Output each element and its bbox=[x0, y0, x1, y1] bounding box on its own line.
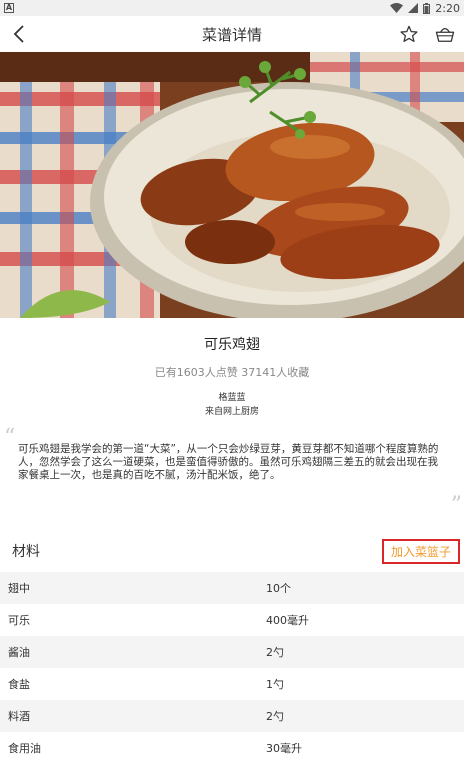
status-bar: A 2:20 bbox=[0, 0, 464, 16]
ingredients-list: 翅中 10个 可乐 400毫升 酱油 2勺 食盐 1勺 料酒 2勺 食用油 30… bbox=[0, 572, 464, 760]
star-icon bbox=[400, 25, 418, 43]
quote-close-icon: ” bbox=[450, 493, 462, 518]
ingredient-row: 料酒 2勺 bbox=[0, 700, 464, 732]
back-button[interactable] bbox=[8, 23, 30, 45]
recipe-description: “ 可乐鸡翅是我学会的第一道“大菜”，从一个只会炒绿豆芽，黄豆芽都不知道哪个程度… bbox=[0, 425, 464, 518]
ingredient-name: 食用油 bbox=[8, 742, 41, 755]
basket-button[interactable] bbox=[434, 23, 456, 45]
ingredient-row: 食盐 1勺 bbox=[0, 668, 464, 700]
ingredient-qty: 2勺 bbox=[266, 710, 284, 723]
ingredient-name: 料酒 bbox=[8, 710, 30, 723]
ingredient-qty: 400毫升 bbox=[266, 614, 309, 627]
description-text: 可乐鸡翅是我学会的第一道“大菜”，从一个只会炒绿豆芽，黄豆芽都不知道哪个程度算熟… bbox=[18, 443, 439, 481]
ingredient-qty: 2勺 bbox=[266, 646, 284, 659]
ingredient-name: 可乐 bbox=[8, 614, 30, 627]
recipe-header: 可乐鸡翅 已有1603人点赞 37141人收藏 格蓝蓝 来自网上厨房 bbox=[0, 318, 464, 417]
ingredient-row: 可乐 400毫升 bbox=[0, 604, 464, 636]
chevron-left-icon bbox=[13, 25, 24, 43]
author-source: 来自网上厨房 bbox=[204, 407, 259, 417]
battery-icon bbox=[423, 2, 431, 14]
ingredient-row: 酱油 2勺 bbox=[0, 636, 464, 668]
author-name[interactable]: 格蓝蓝 bbox=[0, 392, 464, 404]
page-title: 菜谱详情 bbox=[201, 25, 262, 44]
ingredients-header: 材料 加入菜篮子 bbox=[0, 538, 464, 564]
basket-icon bbox=[435, 27, 455, 42]
ingredient-name: 翅中 bbox=[8, 582, 30, 595]
favorite-button[interactable] bbox=[398, 23, 420, 45]
signal-icon bbox=[408, 3, 419, 13]
clock: 2:20 bbox=[435, 1, 460, 15]
add-to-basket-button[interactable]: 加入菜篮子 bbox=[381, 538, 460, 564]
ingredient-qty: 10个 bbox=[266, 582, 291, 595]
ingredient-name: 食盐 bbox=[8, 678, 30, 691]
recipe-name: 可乐鸡翅 bbox=[204, 337, 260, 353]
app-notification-icon: A bbox=[4, 3, 14, 13]
ingredient-row: 翅中 10个 bbox=[0, 572, 464, 604]
ingredients-title: 材料 bbox=[12, 544, 40, 560]
recipe-stats: 已有1603人点赞 37141人收藏 bbox=[154, 366, 310, 379]
ingredient-qty: 30毫升 bbox=[266, 742, 302, 755]
wifi-icon bbox=[390, 3, 404, 13]
quote-open-icon: “ bbox=[4, 425, 16, 450]
recipe-photo bbox=[0, 52, 464, 318]
app-bar: 菜谱详情 bbox=[0, 16, 464, 52]
ingredient-qty: 1勺 bbox=[266, 678, 284, 691]
ingredient-name: 酱油 bbox=[8, 646, 30, 659]
ingredient-row: 食用油 30毫升 bbox=[0, 732, 464, 760]
